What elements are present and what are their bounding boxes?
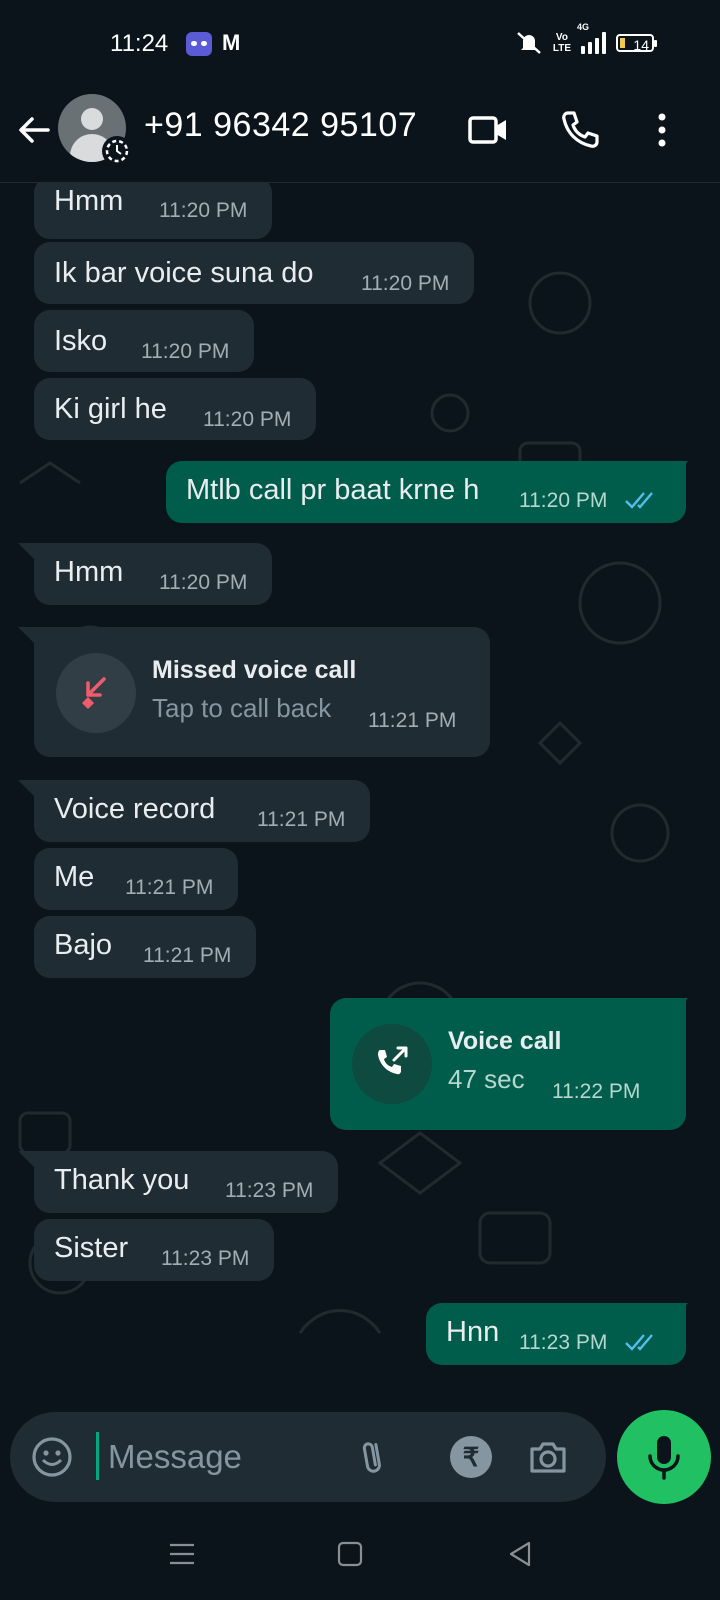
text-cursor [96,1432,99,1480]
message-incoming[interactable]: Thank you 11:23 PM [34,1151,338,1213]
message-incoming[interactable]: Hmm 11:20 PM [34,183,272,239]
volte-indicator: Vo LTE [552,32,571,54]
double-check-icon [625,492,653,509]
camera-icon[interactable] [526,1435,570,1479]
app-m-icon: M [222,30,241,55]
message-incoming[interactable]: Bajo 11:21 PM [34,916,256,978]
chat-area[interactable]: Hmm 11:20 PM Ik bar voice suna do 11:20 … [0,183,720,1403]
status-bar: 11:24 M Vo LTE 4G 14 [0,0,720,90]
emoji-icon[interactable] [30,1435,74,1479]
bubble-tail [18,1151,34,1167]
bubble-tail [18,780,34,796]
message-incoming[interactable]: Ki girl he 11:20 PM [34,378,316,440]
message-composer: ₹ [10,1412,606,1502]
outgoing-call-icon [352,1024,432,1104]
message-incoming[interactable]: Sister 11:23 PM [34,1219,274,1281]
message-input[interactable] [106,1430,350,1484]
back-arrow-icon[interactable] [14,110,54,150]
bubble-tail [18,627,34,643]
bubble-tail [18,543,34,559]
contact-name[interactable]: +91 96342 95107 [144,106,417,145]
home-icon[interactable] [336,1540,364,1568]
mic-icon [648,1436,680,1480]
back-nav-icon[interactable] [506,1540,534,1568]
recents-menu-icon[interactable] [168,1540,196,1568]
double-check-icon [625,1334,653,1351]
mic-button[interactable] [617,1410,711,1504]
mute-icon [517,32,541,54]
message-incoming[interactable]: Isko 11:20 PM [34,310,254,372]
more-options-icon[interactable] [640,108,684,152]
video-call-icon[interactable] [466,108,510,152]
voice-call-card[interactable]: Voice call 47 sec 11:22 PM [330,998,686,1130]
missed-call-icon [56,653,136,733]
missed-call-card[interactable]: Missed voice call Tap to call back 11:21… [34,627,490,757]
message-outgoing[interactable]: Hnn 11:23 PM [426,1303,686,1365]
system-nav-bar [0,1508,720,1600]
status-ring-icon [102,136,132,166]
phone-icon[interactable] [558,108,602,152]
rupee-icon[interactable]: ₹ [450,1436,492,1478]
message-incoming[interactable]: Ik bar voice suna do 11:20 PM [34,242,474,304]
message-outgoing[interactable]: Mtlb call pr baat krne h 11:20 PM [166,461,686,523]
attach-icon[interactable] [352,1435,396,1479]
status-icons: Vo LTE 4G 14 [515,22,657,56]
battery-icon: 14 [616,34,657,53]
app-notification-icon [186,32,212,56]
signal-icon: 4G [577,22,606,54]
message-incoming[interactable]: Hmm 11:20 PM [34,543,272,605]
status-time: 11:24 [110,30,169,57]
chat-header: +91 96342 95107 [0,90,720,183]
message-incoming[interactable]: Me 11:21 PM [34,848,238,910]
message-incoming[interactable]: Voice record 11:21 PM [34,780,370,842]
